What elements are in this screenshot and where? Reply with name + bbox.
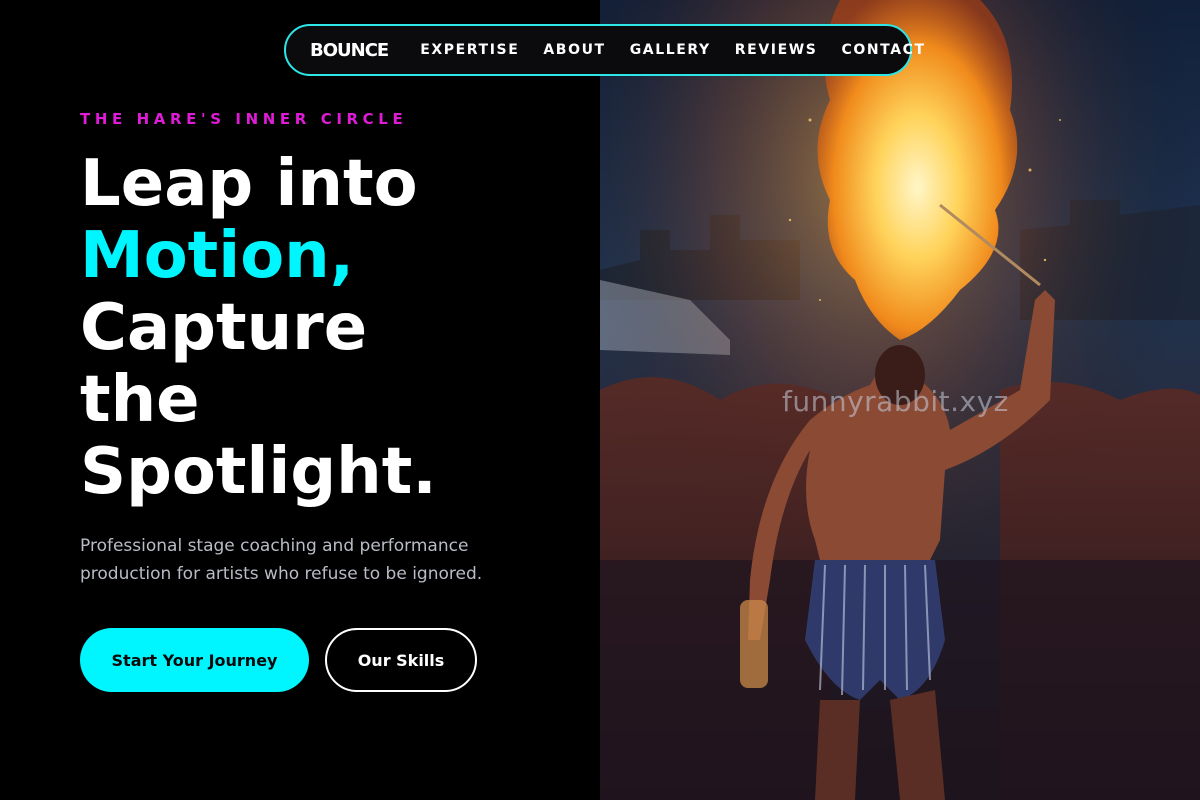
hero-eyebrow: THE HARE'S INNER CIRCLE bbox=[80, 110, 408, 128]
start-journey-button[interactable]: Start Your Journey bbox=[80, 628, 309, 692]
subtitle-line-2: production for artists who refuse to be … bbox=[80, 564, 483, 584]
nav-link-expertise[interactable]: EXPERTISE bbox=[420, 42, 519, 58]
nav-link-contact[interactable]: CONTACT bbox=[841, 42, 925, 58]
headline-line-3: Capture bbox=[80, 291, 368, 365]
headline-line-4: the bbox=[80, 363, 200, 437]
subtitle-line-1: Professional stage coaching and performa… bbox=[80, 536, 469, 556]
nav-link-gallery[interactable]: GALLERY bbox=[630, 42, 711, 58]
nav-link-about[interactable]: ABOUT bbox=[543, 42, 605, 58]
watermark-text: funnyrabbit.xyz bbox=[782, 385, 1009, 418]
our-skills-button[interactable]: Our Skills bbox=[325, 628, 477, 692]
hero-headline: Leap into Motion, Capture the Spotlight. bbox=[80, 148, 437, 508]
hero-subtitle: Professional stage coaching and performa… bbox=[80, 532, 520, 588]
headline-accent: Motion, bbox=[80, 219, 355, 293]
hero-page: funnyrabbit.xyz BOUNCE EXPERTISE ABOUT G… bbox=[0, 0, 1200, 800]
brand-logo[interactable]: BOUNCE bbox=[310, 40, 389, 61]
headline-line-1: Leap into bbox=[80, 147, 418, 221]
nav-links: EXPERTISE ABOUT GALLERY REVIEWS CONTACT bbox=[420, 42, 925, 58]
nav-link-reviews[interactable]: REVIEWS bbox=[735, 42, 818, 58]
headline-line-5: Spotlight. bbox=[80, 435, 437, 509]
top-nav: BOUNCE EXPERTISE ABOUT GALLERY REVIEWS C… bbox=[284, 24, 924, 76]
